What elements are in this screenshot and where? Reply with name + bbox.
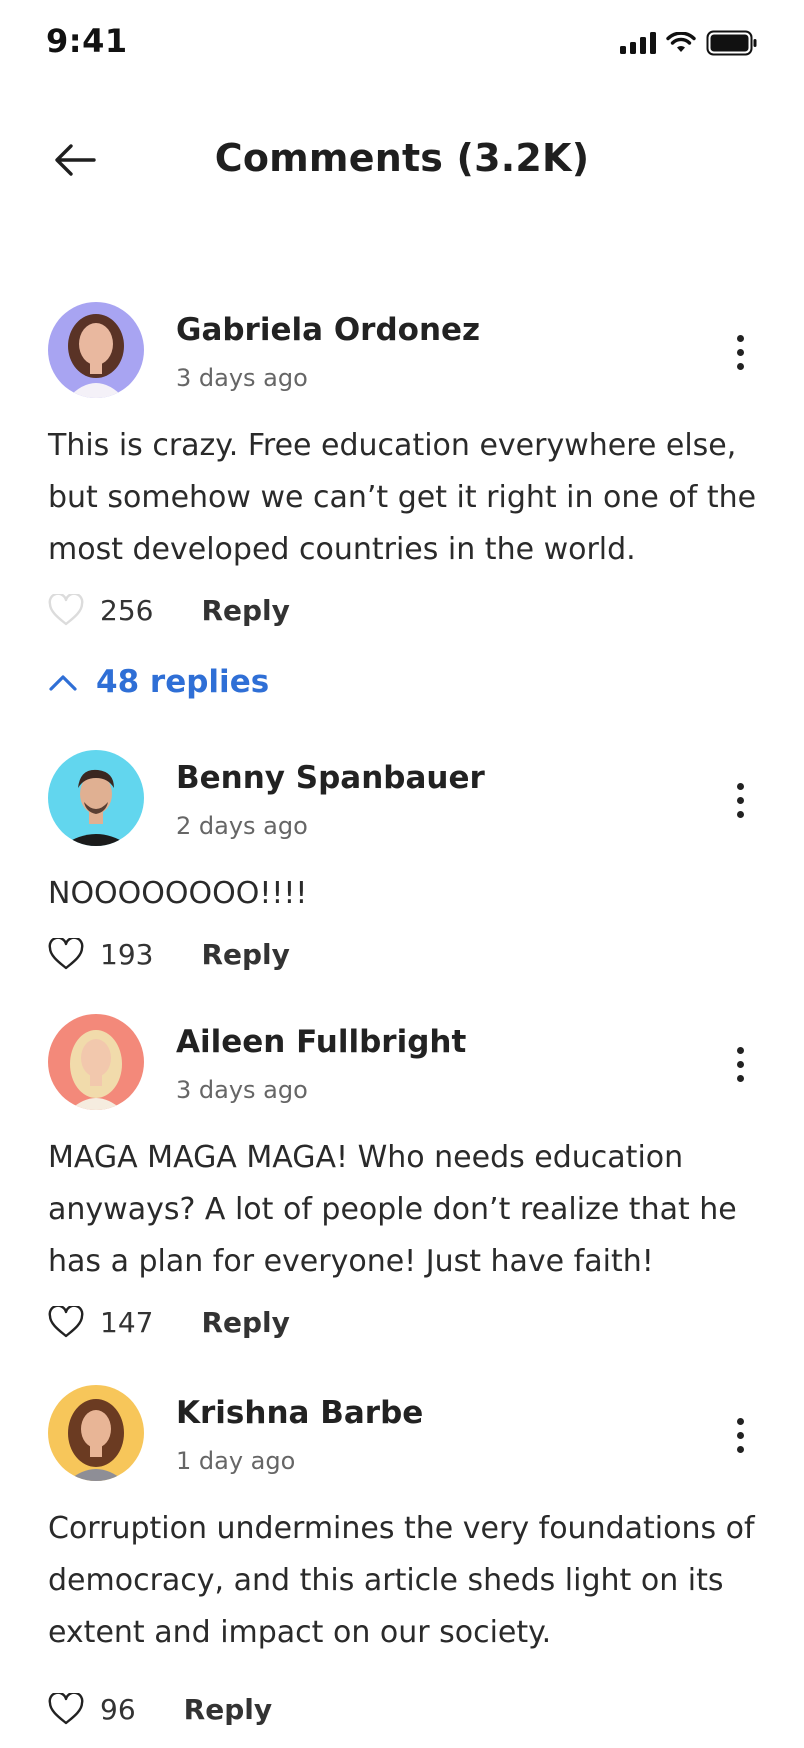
avatar-image xyxy=(48,1385,144,1481)
more-options-button[interactable] xyxy=(718,1036,762,1092)
comment-actions: 147 Reply xyxy=(48,1300,290,1344)
avatar[interactable] xyxy=(48,1385,144,1481)
comment-author[interactable]: Aileen Fullbright xyxy=(176,1024,466,1060)
avatar-image xyxy=(48,750,144,846)
like-count: 256 xyxy=(100,593,154,627)
like-count: 96 xyxy=(100,1692,136,1726)
reply-button[interactable]: Reply xyxy=(184,1693,272,1726)
like-button[interactable]: 256 xyxy=(48,594,153,627)
more-options-button[interactable] xyxy=(718,1407,762,1463)
comment-text: NOOOOOOOO!!!! xyxy=(48,876,308,911)
comment-item: Aileen Fullbright 3 days ago MAGA MAGA M… xyxy=(48,1014,762,1344)
comment-item: Benny Spanbauer 2 days ago NOOOOOOOO!!!!… xyxy=(48,750,762,971)
comment-timestamp: 3 days ago xyxy=(176,1076,308,1104)
comment-item: Gabriela Ordonez 3 days ago This is craz… xyxy=(48,302,762,632)
heart-icon xyxy=(48,1306,84,1338)
like-button[interactable]: 96 xyxy=(48,1693,136,1726)
more-vertical-icon xyxy=(736,1046,744,1054)
replies-toggle[interactable]: 48 replies xyxy=(48,664,269,700)
like-count: 147 xyxy=(100,1305,154,1339)
comment-text: MAGA MAGA MAGA! Who needs education anyw… xyxy=(48,1140,737,1279)
avatar[interactable] xyxy=(48,750,144,846)
comment-timestamp: 1 day ago xyxy=(176,1447,296,1475)
reply-button[interactable]: Reply xyxy=(201,938,289,971)
avatar[interactable] xyxy=(48,1014,144,1110)
more-options-button[interactable] xyxy=(718,772,762,828)
more-options-button[interactable] xyxy=(718,324,762,380)
comment-author[interactable]: Gabriela Ordonez xyxy=(176,312,480,348)
comment-text: This is crazy. Free education everywhere… xyxy=(48,428,757,567)
comment-actions: 193 Reply xyxy=(48,932,290,976)
comment-item: Krishna Barbe 1 day ago Corruption under… xyxy=(48,1385,762,1735)
status-icons xyxy=(620,30,758,56)
like-button[interactable]: 193 xyxy=(48,938,153,971)
reply-button[interactable]: Reply xyxy=(201,1306,289,1339)
comment-text: Corruption undermines the very foundatio… xyxy=(48,1511,755,1650)
reply-button[interactable]: Reply xyxy=(201,594,289,627)
page-title: Comments (3.2K) xyxy=(214,136,590,180)
like-button[interactable]: 147 xyxy=(48,1306,153,1339)
wifi-icon xyxy=(666,32,696,52)
like-count: 193 xyxy=(100,937,154,971)
more-vertical-icon xyxy=(736,1417,744,1425)
heart-icon xyxy=(48,1693,84,1725)
cellular-signal-icon xyxy=(620,32,656,54)
chevron-up-icon xyxy=(49,675,77,691)
status-bar: 9:41 xyxy=(0,0,804,90)
more-vertical-icon xyxy=(736,782,744,790)
replies-count-label: 48 replies xyxy=(96,664,270,700)
comment-author[interactable]: Benny Spanbauer xyxy=(176,760,485,796)
avatar-image xyxy=(48,302,144,398)
comment-timestamp: 3 days ago xyxy=(176,364,308,392)
comment-author[interactable]: Krishna Barbe xyxy=(176,1395,423,1431)
comment-timestamp: 2 days ago xyxy=(176,812,308,840)
battery-icon xyxy=(706,30,757,56)
avatar-image xyxy=(48,1014,144,1110)
status-time: 9:41 xyxy=(46,22,128,60)
comment-actions: 96 Reply xyxy=(48,1687,272,1731)
avatar[interactable] xyxy=(48,302,144,398)
heart-icon xyxy=(48,938,84,970)
heart-icon xyxy=(48,594,84,626)
header: Comments (3.2K) xyxy=(0,120,804,200)
comment-actions: 256 Reply xyxy=(48,588,290,632)
more-vertical-icon xyxy=(736,334,744,342)
